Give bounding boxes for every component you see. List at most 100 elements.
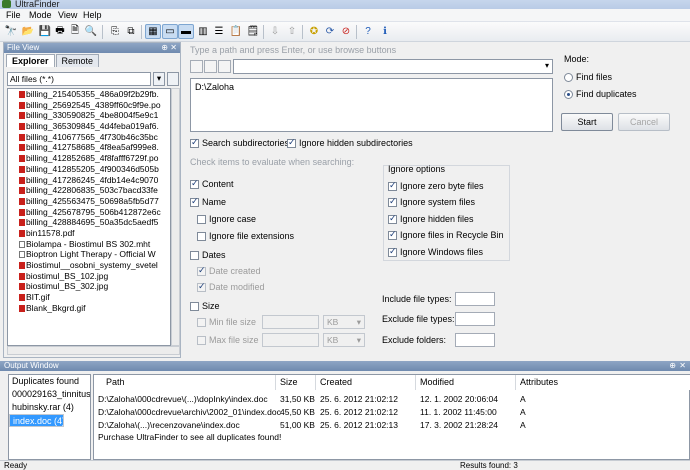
menu-file[interactable]: File xyxy=(6,10,21,20)
radio-indicator[interactable] xyxy=(564,72,573,82)
close-icon[interactable]: ✕ xyxy=(170,43,177,53)
close-icon[interactable]: ✕ xyxy=(679,361,686,371)
path-item[interactable]: D:\Zaloha xyxy=(195,82,548,92)
file-filter-select[interactable]: All files (*.*) xyxy=(7,72,151,86)
file-list-item[interactable]: billing_417286245_4fdb14e4c9070 xyxy=(8,175,170,186)
folder-open-icon[interactable]: 📂 xyxy=(20,24,36,39)
content-checkbox[interactable]: Content xyxy=(190,178,234,189)
table-cell-attr[interactable]: A xyxy=(520,394,526,404)
zoom-icon[interactable]: 🔍 xyxy=(83,24,99,39)
browse-folder-icon[interactable] xyxy=(167,72,179,86)
pin-icon[interactable]: ⊕ xyxy=(669,361,676,371)
file-list-item[interactable]: Biostimul__osobni_systemy_svetel xyxy=(8,260,170,271)
column-header-size[interactable]: Size xyxy=(276,375,316,390)
columns-icon[interactable]: ▥ xyxy=(195,24,211,39)
remove-path-icon[interactable] xyxy=(204,60,217,73)
path-input[interactable]: ▾ xyxy=(233,59,553,74)
ignore-hidden-subdirs-checkbox[interactable]: Ignore hidden subdirectories xyxy=(287,137,413,148)
checkbox-indicator[interactable] xyxy=(190,178,199,189)
menu-help[interactable]: Help xyxy=(83,10,102,20)
checkbox-indicator[interactable] xyxy=(190,137,199,148)
browse-path-icon[interactable] xyxy=(218,60,231,73)
include-types-input[interactable] xyxy=(455,292,495,306)
menu-mode[interactable]: Mode xyxy=(29,10,52,20)
table-cell-created[interactable]: 25. 6. 2012 21:02:12 xyxy=(320,394,398,404)
min-size-unit-select[interactable]: KB ▾ xyxy=(323,315,365,329)
radio-indicator[interactable] xyxy=(564,89,573,99)
file-list-item[interactable]: billing_25692545_4389ff60c9f9e.po xyxy=(8,100,170,111)
binoculars-icon[interactable]: 🔭 xyxy=(3,24,19,39)
dates-checkbox[interactable]: Dates xyxy=(190,250,226,260)
tab-explorer[interactable]: Explorer xyxy=(6,54,55,67)
layout-2-icon[interactable]: ▭ xyxy=(162,24,178,39)
column-header-created[interactable]: Created xyxy=(316,375,416,390)
checkbox-indicator[interactable] xyxy=(388,213,397,224)
file-list-item[interactable]: billing_425678795_506b412872e6c xyxy=(8,207,170,218)
file-list-item[interactable]: billing_330590825_4be8004f5e9c1 xyxy=(8,110,170,121)
cancel-button[interactable]: Cancel xyxy=(618,113,670,131)
exclude-folders-input[interactable] xyxy=(455,333,495,347)
table-cell-size[interactable]: 31,50 KB xyxy=(280,394,315,404)
table-cell-created[interactable]: 25. 6. 2012 21:02:13 xyxy=(320,420,398,430)
checkbox-indicator[interactable] xyxy=(197,335,206,345)
max-size-checkbox[interactable]: Max file size xyxy=(197,335,259,345)
min-size-checkbox[interactable]: Min file size xyxy=(197,317,256,327)
add-path-icon[interactable] xyxy=(190,60,203,73)
refresh-icon[interactable]: ⟳ xyxy=(322,24,338,39)
search-subdirectories-checkbox[interactable]: Search subdirectories xyxy=(190,137,289,148)
duplicates-list[interactable]: Duplicates found 000029163_tinnitus... h… xyxy=(8,374,91,460)
file-list-item[interactable]: Bioptron Light Therapy - Official W xyxy=(8,249,170,260)
filter-dropdown-icon[interactable]: ▾ xyxy=(153,72,165,86)
table-cell-size[interactable]: 51,00 KB xyxy=(280,420,315,430)
column-header-path[interactable]: Path xyxy=(94,375,276,390)
ignore-case-checkbox[interactable]: Ignore case xyxy=(197,214,256,224)
file-list-item[interactable]: Blank_Bkgrd.gif xyxy=(8,303,170,314)
help-icon[interactable]: ? xyxy=(360,24,376,39)
size-checkbox[interactable]: Size xyxy=(190,301,220,311)
file-list-item[interactable]: BIT.gif xyxy=(8,292,170,303)
ignore-system-checkbox[interactable]: Ignore system files xyxy=(388,196,475,207)
column-header-attributes[interactable]: Attributes xyxy=(516,375,690,390)
chevron-down-icon[interactable]: ▾ xyxy=(545,61,549,70)
table-cell-modified[interactable]: 11. 1. 2002 11:45:00 xyxy=(420,407,497,417)
star-icon[interactable]: ✪ xyxy=(306,24,322,39)
file-list-item[interactable]: billing_412855205_4f900346d505b xyxy=(8,164,170,175)
ignore-windows-checkbox[interactable]: Ignore Windows files xyxy=(388,246,483,257)
checkbox-indicator[interactable] xyxy=(197,214,206,224)
file-list-item[interactable]: billing_412852685_4f8fafff6729f.po xyxy=(8,153,170,164)
min-size-input[interactable] xyxy=(262,315,319,329)
copy-icon[interactable]: ⎘ xyxy=(107,24,123,39)
list-item[interactable]: hubinsky.rar (4) xyxy=(9,401,90,414)
print-preview-icon[interactable]: 🗎 xyxy=(67,24,83,39)
exclude-types-input[interactable] xyxy=(455,312,495,326)
max-size-unit-select[interactable]: KB ▾ xyxy=(323,333,365,347)
details-icon[interactable]: ☰ xyxy=(211,24,227,39)
info-icon[interactable]: ℹ xyxy=(377,24,393,39)
table-cell-created[interactable]: 25. 6. 2012 21:02:12 xyxy=(320,407,398,417)
results-table[interactable]: Path Size Created Modified Attributes D:… xyxy=(93,374,690,460)
layout-3-icon[interactable]: ▬ xyxy=(178,24,194,39)
table-cell-path[interactable]: D:\Zaloha\(...)\recenzovane\index.doc xyxy=(98,420,240,430)
file-list-item[interactable]: billing_428884695_50a35dc5aedf5 xyxy=(8,217,170,228)
list-item[interactable]: 000029163_tinnitus... xyxy=(9,388,90,401)
ignore-hidden-checkbox[interactable]: Ignore hidden files xyxy=(388,213,474,224)
file-list-item[interactable]: bin11578.pdf xyxy=(8,228,170,239)
stop-icon[interactable]: ⊘ xyxy=(338,24,354,39)
table-cell-modified[interactable]: 12. 1. 2002 20:06:04 xyxy=(420,394,498,404)
pin-icon[interactable]: ⊕ xyxy=(161,43,168,53)
radio-find-duplicates[interactable]: Find duplicates xyxy=(564,89,637,99)
menu-view[interactable]: View xyxy=(58,10,77,20)
table-cell-modified[interactable]: 17. 3. 2002 21:28:24 xyxy=(420,420,498,430)
arrow-down-icon[interactable]: ⇩ xyxy=(267,24,283,39)
checkbox-indicator[interactable] xyxy=(287,137,296,148)
tab-remote[interactable]: Remote xyxy=(55,54,100,67)
checkbox-indicator[interactable] xyxy=(197,265,206,276)
checkbox-indicator[interactable] xyxy=(190,301,199,311)
checkbox-indicator[interactable] xyxy=(190,250,199,260)
export-icon[interactable]: 🗒 xyxy=(245,24,261,39)
checkbox-indicator[interactable] xyxy=(197,317,206,327)
file-list-item[interactable]: biostimul_BS_102.jpg xyxy=(8,271,170,282)
ignore-zero-byte-checkbox[interactable]: Ignore zero byte files xyxy=(388,180,484,191)
checkbox-indicator[interactable] xyxy=(388,196,397,207)
file-list-item[interactable]: billing_410677565_4f730b46c35bc xyxy=(8,132,170,143)
